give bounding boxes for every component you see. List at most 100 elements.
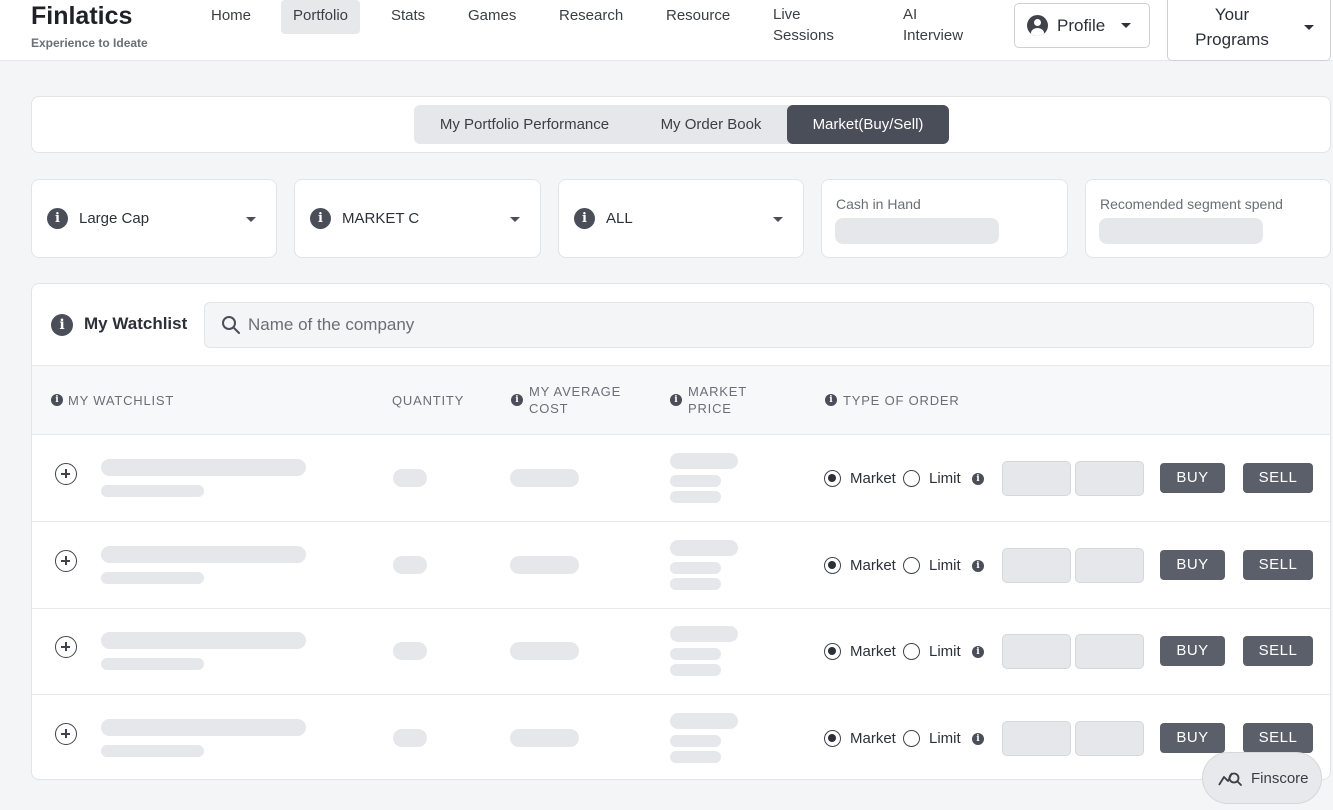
info-icon[interactable]: i bbox=[670, 394, 682, 406]
order-type-limit-radio[interactable] bbox=[903, 730, 920, 747]
info-icon[interactable]: i bbox=[972, 733, 984, 745]
plus-circle-icon[interactable] bbox=[55, 723, 77, 745]
recommended-spend-label: Recomended segment spend bbox=[1100, 196, 1283, 212]
top-nav-bar: Finlatics Experience to Ideate Home Port… bbox=[0, 0, 1333, 61]
tab-order-book[interactable]: My Order Book bbox=[635, 105, 787, 144]
col-header-market-price: MARKET PRICE bbox=[688, 384, 747, 416]
segment-filter-value: ALL bbox=[606, 210, 633, 227]
plus-circle-icon[interactable] bbox=[55, 636, 77, 658]
tab-group: My Portfolio Performance My Order Book M… bbox=[414, 105, 949, 144]
average-cost-placeholder bbox=[510, 642, 579, 660]
market-price-percent-placeholder bbox=[670, 664, 721, 676]
info-icon[interactable]: i bbox=[51, 394, 63, 406]
order-type-limit-label[interactable]: Limit bbox=[929, 730, 961, 747]
market-price-change-placeholder bbox=[670, 735, 721, 747]
order-type-limit-radio[interactable] bbox=[903, 470, 920, 487]
order-quantity-input[interactable] bbox=[1002, 548, 1071, 583]
order-quantity-input[interactable] bbox=[1002, 721, 1071, 756]
profile-dropdown[interactable]: Profile bbox=[1014, 3, 1150, 48]
sell-button[interactable]: SELL bbox=[1243, 723, 1313, 753]
sell-button[interactable]: SELL bbox=[1243, 550, 1313, 580]
market-price-percent-placeholder bbox=[670, 578, 721, 590]
nav-stats[interactable]: Stats bbox=[391, 0, 425, 34]
info-icon[interactable]: i bbox=[310, 208, 331, 229]
finscore-label: Finscore bbox=[1251, 769, 1309, 787]
nav-ai-interview[interactable]: AI Interview bbox=[903, 0, 963, 44]
order-type-market-label[interactable]: Market bbox=[850, 470, 896, 487]
company-name-placeholder bbox=[101, 719, 306, 736]
order-type-limit-label[interactable]: Limit bbox=[929, 470, 961, 487]
table-header: i MY WATCHLIST QUANTITY i MY AVERAGE COS… bbox=[32, 365, 1330, 435]
brand-tagline: Experience to Ideate bbox=[31, 36, 148, 50]
table-row: Market Limit i BUY SELL bbox=[32, 522, 1330, 609]
table-row: Market Limit i BUY SELL bbox=[32, 608, 1330, 695]
company-name-placeholder bbox=[101, 546, 306, 563]
order-price-input[interactable] bbox=[1075, 461, 1144, 496]
order-price-input[interactable] bbox=[1075, 634, 1144, 669]
info-icon[interactable]: i bbox=[511, 394, 523, 406]
market-filter-value: MARKET C bbox=[342, 210, 420, 227]
tab-portfolio-performance[interactable]: My Portfolio Performance bbox=[414, 105, 635, 144]
buy-button[interactable]: BUY bbox=[1160, 636, 1225, 666]
quantity-placeholder bbox=[393, 556, 427, 574]
segment-filter-dropdown[interactable]: i ALL bbox=[558, 179, 804, 258]
nav-live-sessions[interactable]: Live Sessions bbox=[773, 0, 834, 44]
brand-logo[interactable]: Finlatics bbox=[31, 2, 132, 31]
order-type-market-label[interactable]: Market bbox=[850, 557, 896, 574]
info-icon[interactable]: i bbox=[972, 646, 984, 658]
order-price-input[interactable] bbox=[1075, 721, 1144, 756]
info-icon[interactable]: i bbox=[972, 473, 984, 485]
plus-circle-icon[interactable] bbox=[55, 463, 77, 485]
market-price-placeholder bbox=[670, 713, 738, 729]
chevron-down-icon bbox=[246, 217, 256, 222]
order-type-limit-label[interactable]: Limit bbox=[929, 557, 961, 574]
order-quantity-input[interactable] bbox=[1002, 634, 1071, 669]
nav-resource[interactable]: Resource bbox=[666, 0, 730, 34]
company-search-input[interactable]: Name of the company bbox=[204, 302, 1314, 348]
order-type-limit-radio[interactable] bbox=[903, 557, 920, 574]
info-icon[interactable]: i bbox=[51, 314, 73, 336]
chevron-down-icon bbox=[773, 217, 783, 222]
nav-research[interactable]: Research bbox=[559, 0, 623, 34]
market-price-placeholder bbox=[670, 453, 738, 469]
market-price-placeholder bbox=[670, 626, 738, 642]
finscore-button[interactable]: Finscore bbox=[1202, 752, 1322, 804]
buy-button[interactable]: BUY bbox=[1160, 550, 1225, 580]
quantity-placeholder bbox=[393, 642, 427, 660]
info-icon[interactable]: i bbox=[574, 208, 595, 229]
col-header-type-of-order: TYPE OF ORDER bbox=[843, 393, 960, 408]
market-price-placeholder bbox=[670, 540, 738, 556]
order-type-market-radio[interactable] bbox=[824, 643, 841, 660]
order-type-limit-radio[interactable] bbox=[903, 643, 920, 660]
plus-circle-icon[interactable] bbox=[55, 550, 77, 572]
tab-market-buy-sell[interactable]: Market(Buy/Sell) bbox=[787, 105, 949, 144]
average-cost-placeholder bbox=[510, 729, 579, 747]
nav-home[interactable]: Home bbox=[211, 0, 251, 34]
info-icon[interactable]: i bbox=[825, 394, 837, 406]
watchlist-title: My Watchlist bbox=[84, 314, 188, 333]
market-filter-dropdown[interactable]: i MARKET C bbox=[294, 179, 541, 258]
cap-filter-dropdown[interactable]: i Large Cap bbox=[31, 179, 277, 258]
sell-button[interactable]: SELL bbox=[1243, 636, 1313, 666]
cash-in-hand-placeholder bbox=[835, 218, 999, 244]
nav-portfolio[interactable]: Portfolio bbox=[281, 0, 361, 34]
sell-button[interactable]: SELL bbox=[1243, 463, 1313, 493]
order-type-market-radio[interactable] bbox=[824, 730, 841, 747]
table-row: Market Limit i BUY SELL bbox=[32, 695, 1330, 779]
nav-games[interactable]: Games bbox=[468, 0, 516, 34]
info-icon[interactable]: i bbox=[47, 208, 68, 229]
portfolio-tabs-card: My Portfolio Performance My Order Book M… bbox=[31, 96, 1331, 153]
buy-button[interactable]: BUY bbox=[1160, 723, 1225, 753]
order-type-market-radio[interactable] bbox=[824, 557, 841, 574]
order-quantity-input[interactable] bbox=[1002, 461, 1071, 496]
order-type-market-label[interactable]: Market bbox=[850, 730, 896, 747]
order-type-limit-label[interactable]: Limit bbox=[929, 643, 961, 660]
your-programs-dropdown[interactable]: Your Programs bbox=[1167, 0, 1331, 61]
order-price-input[interactable] bbox=[1075, 548, 1144, 583]
order-type-market-radio[interactable] bbox=[824, 470, 841, 487]
chevron-down-icon bbox=[510, 217, 520, 222]
order-type-market-label[interactable]: Market bbox=[850, 643, 896, 660]
buy-button[interactable]: BUY bbox=[1160, 463, 1225, 493]
info-icon[interactable]: i bbox=[972, 560, 984, 572]
market-price-change-placeholder bbox=[670, 648, 721, 660]
